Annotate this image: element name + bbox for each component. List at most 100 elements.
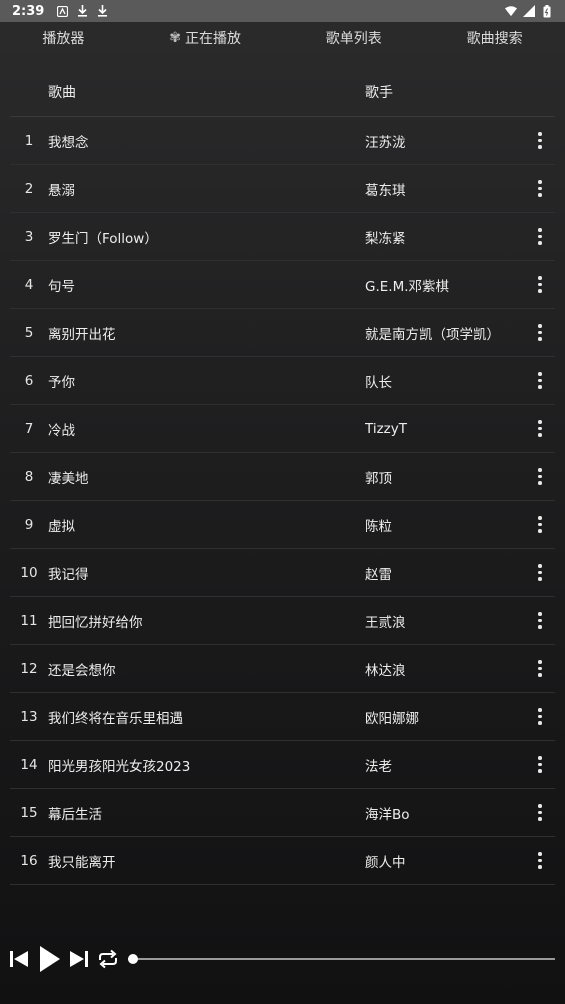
- more-options-button[interactable]: [525, 468, 555, 485]
- more-vert-icon: [538, 132, 542, 149]
- song-row[interactable]: 8 凄美地 郭顶: [10, 453, 555, 501]
- more-options-button[interactable]: [525, 372, 555, 389]
- song-row[interactable]: 3 罗生门（Follow） 梨冻紧: [10, 213, 555, 261]
- more-options-button[interactable]: [525, 324, 555, 341]
- song-row[interactable]: 9 虚拟 陈粒: [10, 501, 555, 549]
- top-tabs: 播放器 ✾ 正在播放 歌单列表 歌曲搜索: [0, 22, 565, 54]
- battery-icon: [541, 4, 553, 17]
- song-row[interactable]: 6 予你 队长: [10, 357, 555, 405]
- song-artist: 颜人中: [365, 854, 406, 871]
- song-row[interactable]: 4 句号 G.E.M.邓紫棋: [10, 261, 555, 309]
- song-title: 阳光男孩阳光女孩2023: [48, 758, 191, 775]
- more-options-button[interactable]: [525, 132, 555, 149]
- song-title: 句号: [48, 278, 75, 295]
- song-number: 6: [24, 372, 34, 389]
- song-artist: 赵雷: [365, 566, 392, 583]
- tab-player[interactable]: 播放器: [42, 28, 84, 48]
- more-vert-icon: [538, 852, 542, 869]
- more-options-button[interactable]: [525, 708, 555, 725]
- seek-thumb[interactable]: [128, 954, 138, 964]
- wifi-icon: [505, 5, 517, 17]
- repeat-button[interactable]: [96, 948, 120, 970]
- song-artist: 陈粒: [365, 518, 392, 535]
- song-list-header: 歌曲 歌手: [10, 68, 555, 117]
- song-title: 凄美地: [48, 470, 89, 487]
- skip-next-icon: [70, 951, 88, 967]
- song-number: 5: [24, 324, 34, 341]
- repeat-icon: [99, 949, 117, 969]
- song-title: 我们终将在音乐里相遇: [48, 710, 183, 727]
- more-options-button[interactable]: [525, 612, 555, 629]
- tab-song-search[interactable]: 歌曲搜索: [467, 28, 523, 48]
- song-row[interactable]: 10 我记得 赵雷: [10, 549, 555, 597]
- song-title: 予你: [48, 374, 75, 391]
- song-row[interactable]: 16 我只能离开 颜人中: [10, 837, 555, 885]
- more-options-button[interactable]: [525, 516, 555, 533]
- song-row[interactable]: 2 悬溺 葛东琪: [10, 165, 555, 213]
- play-icon: [40, 946, 60, 972]
- song-number: 8: [24, 468, 34, 485]
- song-row[interactable]: 13 我们终将在音乐里相遇 欧阳娜娜: [10, 693, 555, 741]
- more-vert-icon: [538, 180, 542, 197]
- song-artist: 队长: [365, 374, 392, 391]
- more-vert-icon: [538, 756, 542, 773]
- song-row[interactable]: 1 我想念 汪苏泷: [10, 117, 555, 165]
- song-number: 14: [20, 756, 38, 773]
- song-artist: 林达浪: [365, 662, 406, 679]
- more-vert-icon: [538, 708, 542, 725]
- more-options-button[interactable]: [525, 564, 555, 581]
- song-title: 冷战: [48, 422, 75, 439]
- song-number: 2: [24, 180, 34, 197]
- song-number: 13: [20, 708, 38, 725]
- cellular-signal-icon: [523, 5, 535, 17]
- more-vert-icon: [538, 324, 542, 341]
- seek-bar[interactable]: [128, 952, 555, 966]
- more-vert-icon: [538, 372, 542, 389]
- song-artist: 汪苏泷: [365, 134, 406, 151]
- column-header-artist: 歌手: [365, 85, 393, 101]
- more-options-button[interactable]: [525, 756, 555, 773]
- song-artist: 葛东琪: [365, 182, 406, 199]
- tab-label: 播放器: [42, 31, 85, 47]
- song-title: 虚拟: [48, 518, 75, 535]
- more-vert-icon: [538, 612, 542, 629]
- more-vert-icon: [538, 660, 542, 677]
- more-options-button[interactable]: [525, 804, 555, 821]
- more-options-button[interactable]: [525, 180, 555, 197]
- skip-previous-button[interactable]: [8, 948, 30, 970]
- tab-label: 正在播放: [184, 31, 241, 47]
- song-artist: 法老: [365, 758, 392, 775]
- more-options-button[interactable]: [525, 420, 555, 437]
- more-vert-icon: [538, 804, 542, 821]
- song-title: 幕后生活: [48, 806, 102, 823]
- more-options-button[interactable]: [525, 660, 555, 677]
- song-artist: 王贰浪: [365, 614, 406, 631]
- song-title: 我想念: [48, 134, 89, 151]
- more-options-button[interactable]: [525, 276, 555, 293]
- tab-playlists[interactable]: 歌单列表: [326, 28, 382, 48]
- download-icon: [96, 5, 108, 17]
- song-row[interactable]: 15 幕后生活 海洋Bo: [10, 789, 555, 837]
- status-bar: 2:39: [0, 0, 565, 22]
- status-time: 2:39: [12, 3, 45, 19]
- play-button[interactable]: [36, 945, 62, 973]
- song-row[interactable]: 11 把回忆拼好给你 王贰浪: [10, 597, 555, 645]
- more-vert-icon: [538, 276, 542, 293]
- song-row[interactable]: 14 阳光男孩阳光女孩2023 法老: [10, 741, 555, 789]
- tab-now-playing[interactable]: ✾ 正在播放: [169, 28, 241, 48]
- skip-next-button[interactable]: [68, 948, 90, 970]
- more-options-button[interactable]: [525, 852, 555, 869]
- song-row[interactable]: 7 冷战 TizzyT: [10, 405, 555, 453]
- player-controls: [8, 944, 555, 974]
- song-artist: G.E.M.邓紫棋: [365, 278, 450, 295]
- song-number: 7: [24, 420, 34, 437]
- song-list: 歌曲 歌手 1 我想念 汪苏泷 2 悬溺 葛东琪 3 罗生门（Follow） 梨冻紧 4 句号 G.E…: [10, 68, 555, 885]
- song-artist: 海洋Bo: [365, 806, 410, 823]
- tab-label: 歌曲搜索: [466, 31, 523, 47]
- download-icon: [76, 5, 88, 17]
- song-row[interactable]: 5 离别开出花 就是南方凯（项学凯）: [10, 309, 555, 357]
- more-options-button[interactable]: [525, 228, 555, 245]
- song-title: 罗生门（Follow）: [48, 230, 158, 247]
- song-row[interactable]: 12 还是会想你 林达浪: [10, 645, 555, 693]
- song-number: 3: [24, 228, 34, 245]
